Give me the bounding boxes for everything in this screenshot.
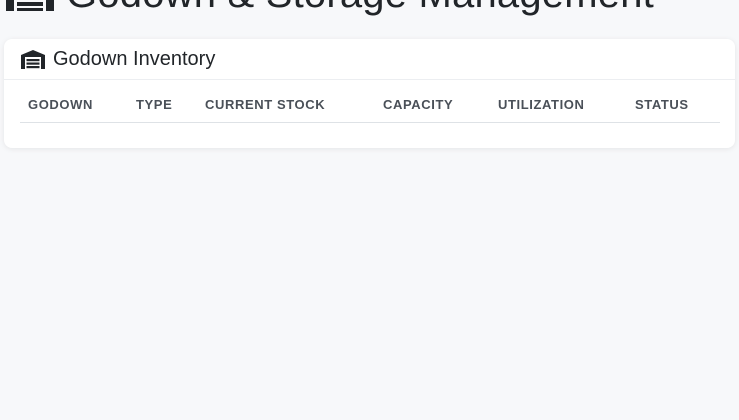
page-title: Godown & Storage Management (66, 0, 654, 17)
column-header-type[interactable]: TYPE (128, 97, 197, 123)
column-header-status[interactable]: STATUS (627, 97, 720, 123)
table-header-row: GODOWN TYPE CURRENT STOCK CAPACITY UTILI… (20, 97, 720, 123)
card-header: Godown Inventory (4, 39, 735, 80)
column-header-current-stock[interactable]: CURRENT STOCK (197, 97, 375, 123)
godown-inventory-card: Godown Inventory GODOWN TYPE CURRENT STO… (4, 39, 735, 148)
column-header-godown[interactable]: GODOWN (20, 97, 128, 123)
column-header-capacity[interactable]: CAPACITY (375, 97, 490, 123)
warehouse-icon (20, 49, 46, 69)
inventory-table-wrapper: GODOWN TYPE CURRENT STOCK CAPACITY UTILI… (20, 97, 720, 123)
inventory-table: GODOWN TYPE CURRENT STOCK CAPACITY UTILI… (20, 97, 720, 123)
page-header: Godown & Storage Management (4, 0, 654, 17)
column-header-utilization[interactable]: UTILIZATION (490, 97, 627, 123)
warehouse-icon (4, 0, 56, 11)
card-title: Godown Inventory (53, 47, 216, 70)
